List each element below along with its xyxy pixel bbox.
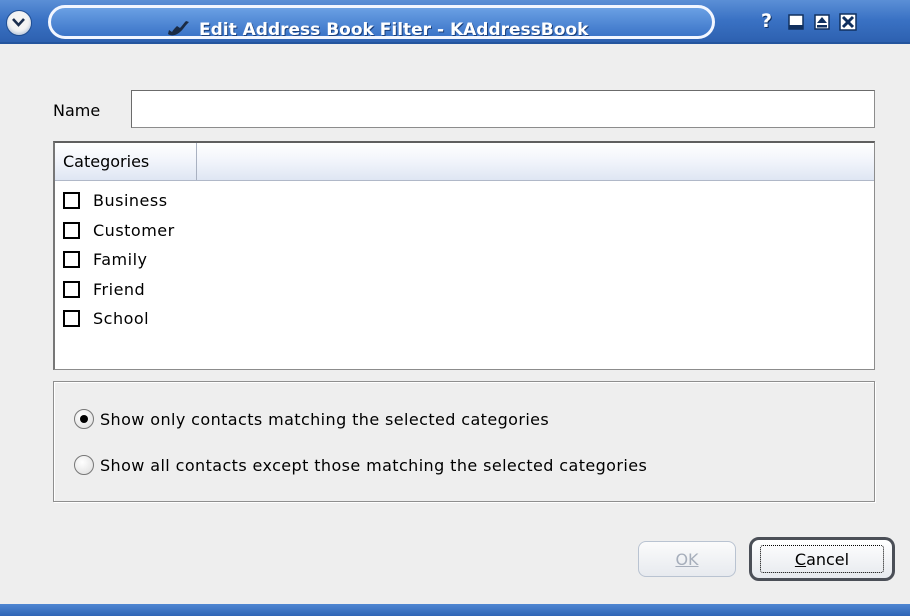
cancel-button[interactable]: Cancel (749, 537, 895, 581)
category-label: Business (93, 191, 168, 211)
minimize-icon (788, 14, 804, 30)
category-label: School (93, 309, 150, 329)
help-icon: ? (761, 10, 773, 32)
name-input[interactable] (131, 90, 875, 128)
name-label: Name (53, 101, 101, 120)
categories-column-header[interactable]: Categories (55, 143, 197, 180)
category-item-customer[interactable]: Customer (63, 216, 175, 246)
match-option-only-selected[interactable]: Show only contacts matching the selected… (74, 409, 561, 429)
maximize-button[interactable] (812, 12, 832, 32)
radio-label: Show only contacts matching the selected… (100, 409, 550, 429)
match-options-group: Show only contacts matching the selected… (53, 381, 875, 502)
cancel-focus-ring: Cancel (760, 545, 884, 573)
match-option-except-selected[interactable]: Show all contacts except those matching … (74, 455, 659, 475)
close-button[interactable] (838, 12, 858, 32)
chevron-down-icon (12, 18, 25, 27)
phone-icon (168, 21, 189, 36)
close-icon (839, 13, 857, 31)
categories-list[interactable]: Categories Business Customer Family Frie… (53, 141, 875, 370)
category-checkbox[interactable] (63, 251, 80, 269)
category-checkbox[interactable] (63, 310, 80, 328)
category-item-family[interactable]: Family (63, 245, 175, 275)
ok-button[interactable]: OK (638, 541, 736, 577)
radio-label: Show all contacts except those matching … (100, 455, 648, 475)
title-pill: Edit Address Book Filter - KAddressBook (48, 5, 715, 40)
category-checkbox[interactable] (63, 192, 80, 210)
cancel-label: Cancel (794, 549, 850, 569)
window-bottom-border (0, 604, 910, 616)
title-bar: Edit Address Book Filter - KAddressBook … (0, 0, 910, 44)
help-button[interactable]: ? (760, 10, 780, 32)
categories-items: Business Customer Family Friend School (63, 186, 175, 334)
maximize-icon (814, 14, 830, 30)
window-menu-button[interactable] (6, 10, 32, 36)
minimize-button[interactable] (786, 12, 806, 32)
window-title: Edit Address Book Filter - KAddressBook (199, 20, 589, 40)
category-label: Friend (93, 279, 146, 299)
category-checkbox[interactable] (63, 221, 80, 239)
category-checkbox[interactable] (63, 280, 80, 298)
category-label: Customer (93, 220, 175, 240)
category-item-school[interactable]: School (63, 304, 175, 334)
radio-button[interactable] (74, 409, 94, 429)
radio-button[interactable] (74, 455, 94, 475)
categories-header: Categories (55, 143, 874, 181)
category-item-friend[interactable]: Friend (63, 275, 175, 305)
category-label: Family (93, 250, 148, 270)
category-item-business[interactable]: Business (63, 186, 175, 216)
